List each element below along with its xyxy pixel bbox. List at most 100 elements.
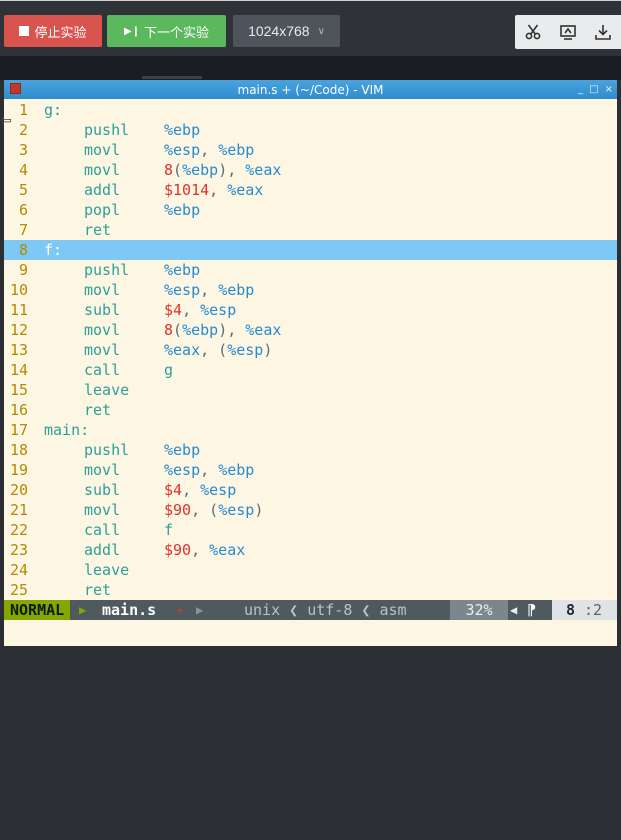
separator-arrow-icon: ▶ xyxy=(79,603,87,617)
download-icon[interactable] xyxy=(586,15,621,49)
operand-token: $4 xyxy=(164,301,183,319)
skip-next-icon: ▶❙ xyxy=(123,25,141,37)
asm-operands: g xyxy=(164,360,173,380)
code-line[interactable]: 23 addl $90, %eax xyxy=(4,540,617,560)
scroll-percent: 32% xyxy=(450,600,508,620)
operand-token: %eax xyxy=(209,541,246,559)
operand-token: , xyxy=(209,181,228,199)
code-line[interactable]: 6 popl %ebp xyxy=(4,200,617,220)
code-line[interactable]: 19 movl %esp, %ebp xyxy=(4,460,617,480)
asm-operands: 8(%ebp), %eax xyxy=(164,320,281,340)
code-line[interactable]: 5 addl $1014, %eax xyxy=(4,180,617,200)
mode-indicator: NORMAL xyxy=(4,600,71,620)
code-line[interactable]: 14 call g xyxy=(4,360,617,380)
line-number: 13 xyxy=(9,341,28,359)
asm-operands: %ebp xyxy=(164,440,200,460)
code-line[interactable]: 11 subl $4, %esp xyxy=(4,300,617,320)
operand-token: %ebp xyxy=(164,201,201,219)
code-line[interactable]: 2 pushl %ebp xyxy=(4,120,617,140)
line-number: 14 xyxy=(9,361,28,379)
mouse-pointer-icon: ⇦ xyxy=(0,113,12,129)
code-line[interactable]: 22 call f xyxy=(4,520,617,540)
operand-token: 8 xyxy=(164,321,174,339)
operand-token: f xyxy=(164,521,174,539)
stop-experiment-button[interactable]: 停止实验 xyxy=(4,15,102,47)
code-line[interactable]: 25 ret xyxy=(4,580,617,600)
line-number: 21 xyxy=(9,501,28,519)
asm-operands: %ebp xyxy=(164,120,200,140)
code-line[interactable]: 9 pushl %ebp xyxy=(4,260,617,280)
asm-instruction: call xyxy=(84,521,121,539)
code-line[interactable]: 8 f: xyxy=(4,240,617,260)
asm-instruction: leave xyxy=(84,381,130,399)
code-line[interactable]: 18 pushl %ebp xyxy=(4,440,617,460)
line-number: 4 xyxy=(18,161,28,179)
maximize-icon[interactable]: □ xyxy=(589,84,598,95)
operand-token: %esp xyxy=(164,281,201,299)
asm-instruction: movl xyxy=(84,461,121,479)
code-line[interactable]: 12 movl 8(%ebp), %eax xyxy=(4,320,617,340)
close-icon[interactable]: × xyxy=(605,84,613,95)
screen-share-icon[interactable] xyxy=(550,15,585,49)
operand-token: %esp xyxy=(200,301,237,319)
window-titlebar[interactable]: main.s + (~/Code) - VIM _ □ × xyxy=(4,80,617,99)
asm-instruction: pushl xyxy=(84,441,130,459)
operand-token: ), xyxy=(218,161,246,179)
code-line[interactable]: 7 ret xyxy=(4,220,617,240)
asm-instruction: addl xyxy=(84,181,121,199)
asm-instruction: movl xyxy=(84,141,121,159)
operand-token: %esp xyxy=(164,461,201,479)
code-editor[interactable]: 1 g: 2 pushl %ebp 3 movl %esp, %ebp 4 movl 8(%ebp)… xyxy=(4,100,617,600)
resolution-select[interactable]: 1024x768 ∨ xyxy=(233,15,340,47)
code-line[interactable]: 13 movl %eax, (%esp) xyxy=(4,340,617,360)
separator-arrow-icon: ◀ xyxy=(510,603,518,617)
operand-token: %eax xyxy=(164,341,201,359)
code-line[interactable]: 21 movl $90, (%esp) xyxy=(4,500,617,520)
operand-token: %ebp xyxy=(164,121,201,139)
asm-operands: %esp, %ebp xyxy=(164,140,254,160)
operand-token: %eax xyxy=(245,161,282,179)
operand-token: $1014 xyxy=(164,181,210,199)
code-line[interactable]: 15 leave xyxy=(4,380,617,400)
operand-token: %esp xyxy=(164,141,201,159)
line-number: 22 xyxy=(9,521,28,539)
asm-instruction: ret xyxy=(84,581,112,599)
asm-operands: %eax, (%esp) xyxy=(164,340,272,360)
code-line[interactable]: 20 subl $4, %esp xyxy=(4,480,617,500)
line-number: 25 xyxy=(9,581,28,599)
code-line[interactable]: 17 main: xyxy=(4,420,617,440)
next-experiment-button[interactable]: ▶❙ 下一个实验 xyxy=(107,15,226,47)
asm-label: g: xyxy=(44,101,63,119)
cursor-column: :2 xyxy=(584,601,603,619)
cursor-position: 8 :2 xyxy=(552,600,617,620)
operand-token: , xyxy=(200,281,219,299)
asm-operands: %esp, %ebp xyxy=(164,460,254,480)
code-line[interactable]: 3 movl %esp, %ebp xyxy=(4,140,617,160)
asm-instruction: leave xyxy=(84,561,130,579)
asm-instruction: movl xyxy=(84,321,121,339)
operand-token: ( xyxy=(173,321,183,339)
code-line[interactable]: 1 g: xyxy=(4,100,617,120)
operand-token: %ebp xyxy=(218,461,255,479)
asm-instruction: movl xyxy=(84,281,121,299)
asm-instruction: movl xyxy=(84,161,121,179)
minimize-icon[interactable]: _ xyxy=(578,84,583,95)
asm-operands: 8(%ebp), %eax xyxy=(164,160,281,180)
line-number: 16 xyxy=(9,401,28,419)
scissors-icon[interactable] xyxy=(515,15,550,49)
line-number: 19 xyxy=(9,461,28,479)
window-controls: _ □ × xyxy=(578,80,613,99)
line-number: 17 xyxy=(9,421,28,439)
operand-token: $4 xyxy=(164,481,183,499)
code-line[interactable]: 4 movl 8(%ebp), %eax xyxy=(4,160,617,180)
asm-operands: %ebp xyxy=(164,200,200,220)
line-number: 15 xyxy=(9,381,28,399)
taskbar-tab[interactable] xyxy=(142,76,202,79)
code-line[interactable]: 10 movl %esp, %ebp xyxy=(4,280,617,300)
code-line[interactable]: 16 ret xyxy=(4,400,617,420)
code-line[interactable]: 24 leave xyxy=(4,560,617,580)
operand-token: %esp xyxy=(218,501,255,519)
asm-instruction: addl xyxy=(84,541,121,559)
asm-operands: $1014, %eax xyxy=(164,180,263,200)
asm-instruction: pushl xyxy=(84,261,130,279)
